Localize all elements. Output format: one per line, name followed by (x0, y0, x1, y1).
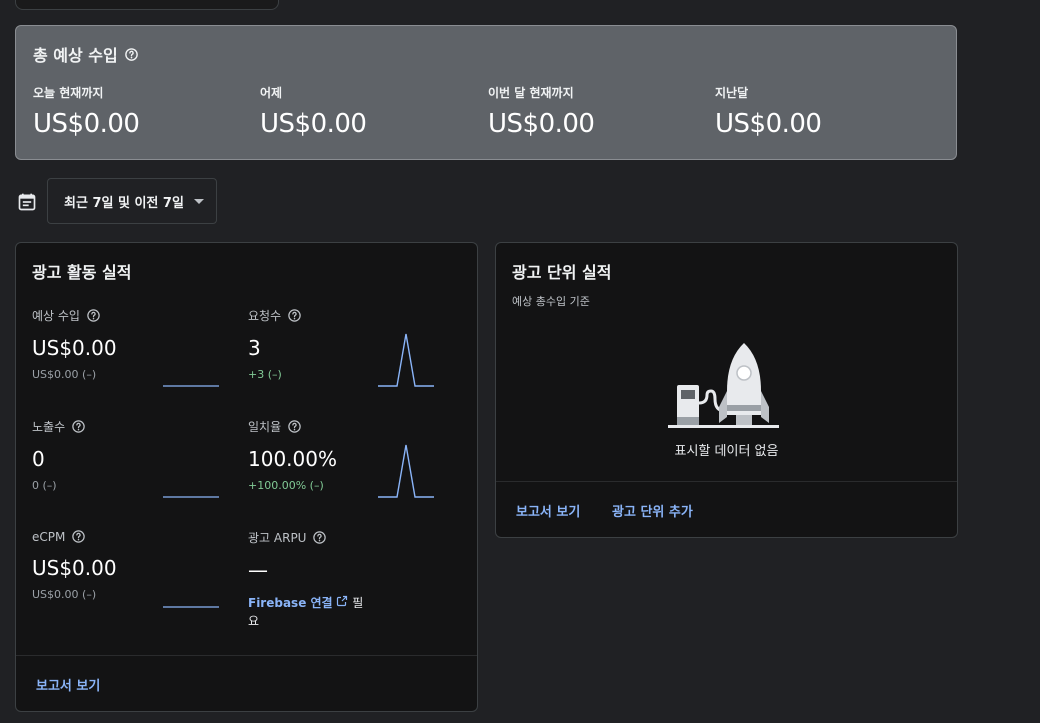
metric-delta: US$0.00 (–) (32, 368, 97, 381)
card-footer: 보고서 보기 광고 단위 추가 (496, 481, 957, 537)
ad-activity-performance-card: 광고 활동 실적 예상 수입 US$0.00 US$0.00 (–) 요청수 3… (15, 242, 478, 712)
card-footer: 보고서 보기 (16, 655, 477, 711)
metric-ecpm: eCPM US$0.00 US$0.00 (–) (32, 529, 117, 602)
metric-label: eCPM (32, 529, 66, 544)
open-in-new-icon (336, 594, 348, 607)
metric-label: 요청수 (248, 309, 282, 323)
earnings-label: 어제 (260, 86, 283, 100)
earnings-value: US$0.00 (33, 109, 140, 139)
rocket-illustration (668, 343, 779, 428)
help-icon[interactable] (287, 308, 302, 323)
date-range-dropdown[interactable]: 최근 7일 및 이전 7일 (47, 178, 217, 224)
earnings-title-row: 총 예상 수입 (33, 42, 139, 66)
metric-estimated-earnings: 예상 수입 US$0.00 US$0.00 (–) (32, 307, 117, 381)
firebase-link[interactable]: Firebase 연결 (248, 596, 333, 610)
earnings-last-month: 지난달 US$0.00 (715, 84, 822, 139)
earnings-today: 오늘 현재까지 US$0.00 (33, 84, 140, 139)
metric-match-rate: 일치율 100.00% +100.00% (–) (248, 418, 337, 492)
earnings-title: 총 예상 수입 (33, 46, 118, 65)
earnings-value: US$0.00 (715, 109, 822, 139)
metric-delta: US$0.00 (–) (32, 588, 97, 601)
metric-ad-arpu: 광고 ARPU — Firebase 연결 필요 (248, 529, 366, 630)
metric-impressions: 노출수 0 0 (–) (32, 418, 86, 492)
metric-label: 노출수 (32, 420, 66, 434)
help-icon[interactable] (71, 419, 86, 434)
metric-requests: 요청수 3 +3 (–) (248, 307, 302, 381)
metric-value: US$0.00 (32, 556, 117, 580)
metric-label: 예상 수입 (32, 309, 80, 323)
help-icon[interactable] (71, 529, 86, 544)
metric-value: 100.00% (248, 447, 337, 471)
help-icon[interactable] (312, 530, 327, 545)
sparkline-chart (163, 385, 219, 387)
card-title: 광고 단위 실적 (512, 263, 612, 282)
metric-delta: 0 (–) (32, 479, 57, 492)
metric-delta: +100.00% (–) (248, 479, 324, 492)
view-report-link[interactable]: 보고서 보기 (36, 675, 100, 694)
metric-value: 3 (248, 336, 261, 360)
metric-label: 광고 ARPU (248, 531, 307, 545)
help-icon[interactable] (124, 47, 139, 62)
card-title: 광고 활동 실적 (32, 263, 132, 282)
card-subtitle: 예상 총수입 기준 (512, 295, 590, 308)
metric-value: US$0.00 (32, 336, 117, 360)
top-card-stub (15, 0, 279, 10)
earnings-label: 지난달 (715, 86, 749, 100)
earnings-yesterday: 어제 US$0.00 (260, 84, 367, 139)
firebase-notice: Firebase 연결 필요 (248, 594, 366, 630)
metric-label: 일치율 (248, 420, 282, 434)
no-data-text: 표시할 데이터 없음 (674, 444, 779, 459)
metric-delta: +3 (–) (248, 368, 282, 381)
earnings-label: 이번 달 현재까지 (488, 86, 574, 100)
date-range-label: 최근 7일 및 이전 7일 (64, 195, 184, 211)
sparkline-chart (163, 606, 219, 608)
estimated-earnings-card: 총 예상 수입 오늘 현재까지 US$0.00 어제 US$0.00 이번 달 … (15, 25, 957, 160)
help-icon[interactable] (287, 419, 302, 434)
chevron-down-icon (193, 198, 204, 204)
earnings-value: US$0.00 (260, 109, 367, 139)
calendar-icon (17, 192, 37, 212)
ad-unit-performance-card: 광고 단위 실적 예상 총수입 기준 표시할 데이터 없음 보고서 보기 광고 … (495, 242, 958, 538)
earnings-this-month: 이번 달 현재까지 US$0.00 (488, 84, 595, 139)
add-ad-unit-link[interactable]: 광고 단위 추가 (612, 501, 693, 520)
earnings-value: US$0.00 (488, 109, 595, 139)
metric-value: 0 (32, 447, 45, 471)
help-icon[interactable] (86, 308, 101, 323)
sparkline-chart (378, 444, 434, 498)
view-report-link[interactable]: 보고서 보기 (516, 501, 580, 520)
metric-value: — (248, 558, 268, 582)
sparkline-chart (378, 333, 434, 387)
sparkline-chart (163, 496, 219, 498)
earnings-label: 오늘 현재까지 (33, 86, 104, 100)
